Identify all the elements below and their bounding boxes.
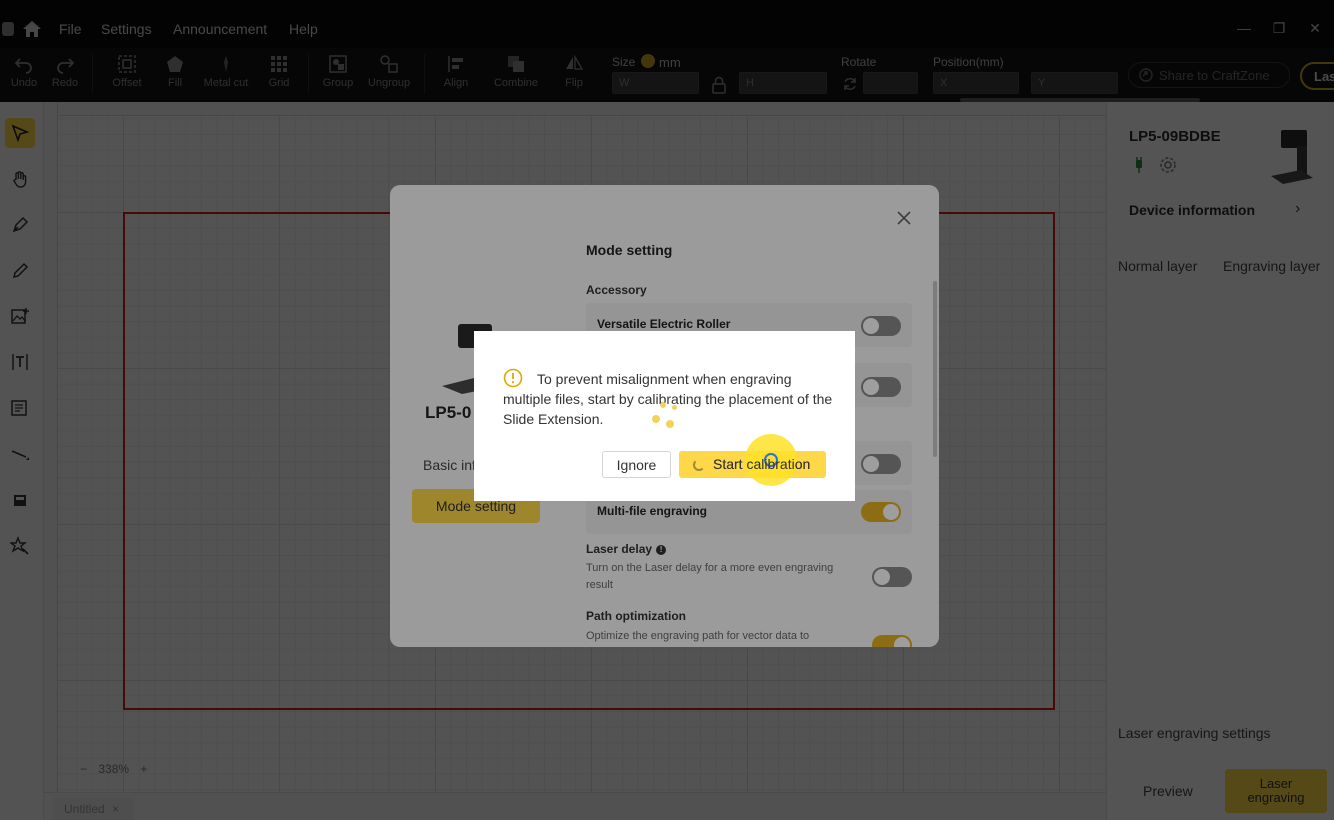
app-window: File Settings Announcement Help — ❐ ✕ Un… [0,0,1334,820]
loading-dot [652,415,660,423]
ignore-button[interactable]: Ignore [602,451,671,478]
loading-dot [660,402,666,408]
calibration-prompt: To prevent misalignment when engraving m… [474,331,855,501]
loading-dot [672,405,677,410]
mouse-cursor-icon [764,453,778,467]
loading-spinner-icon [693,459,705,471]
loading-dot [666,420,674,428]
